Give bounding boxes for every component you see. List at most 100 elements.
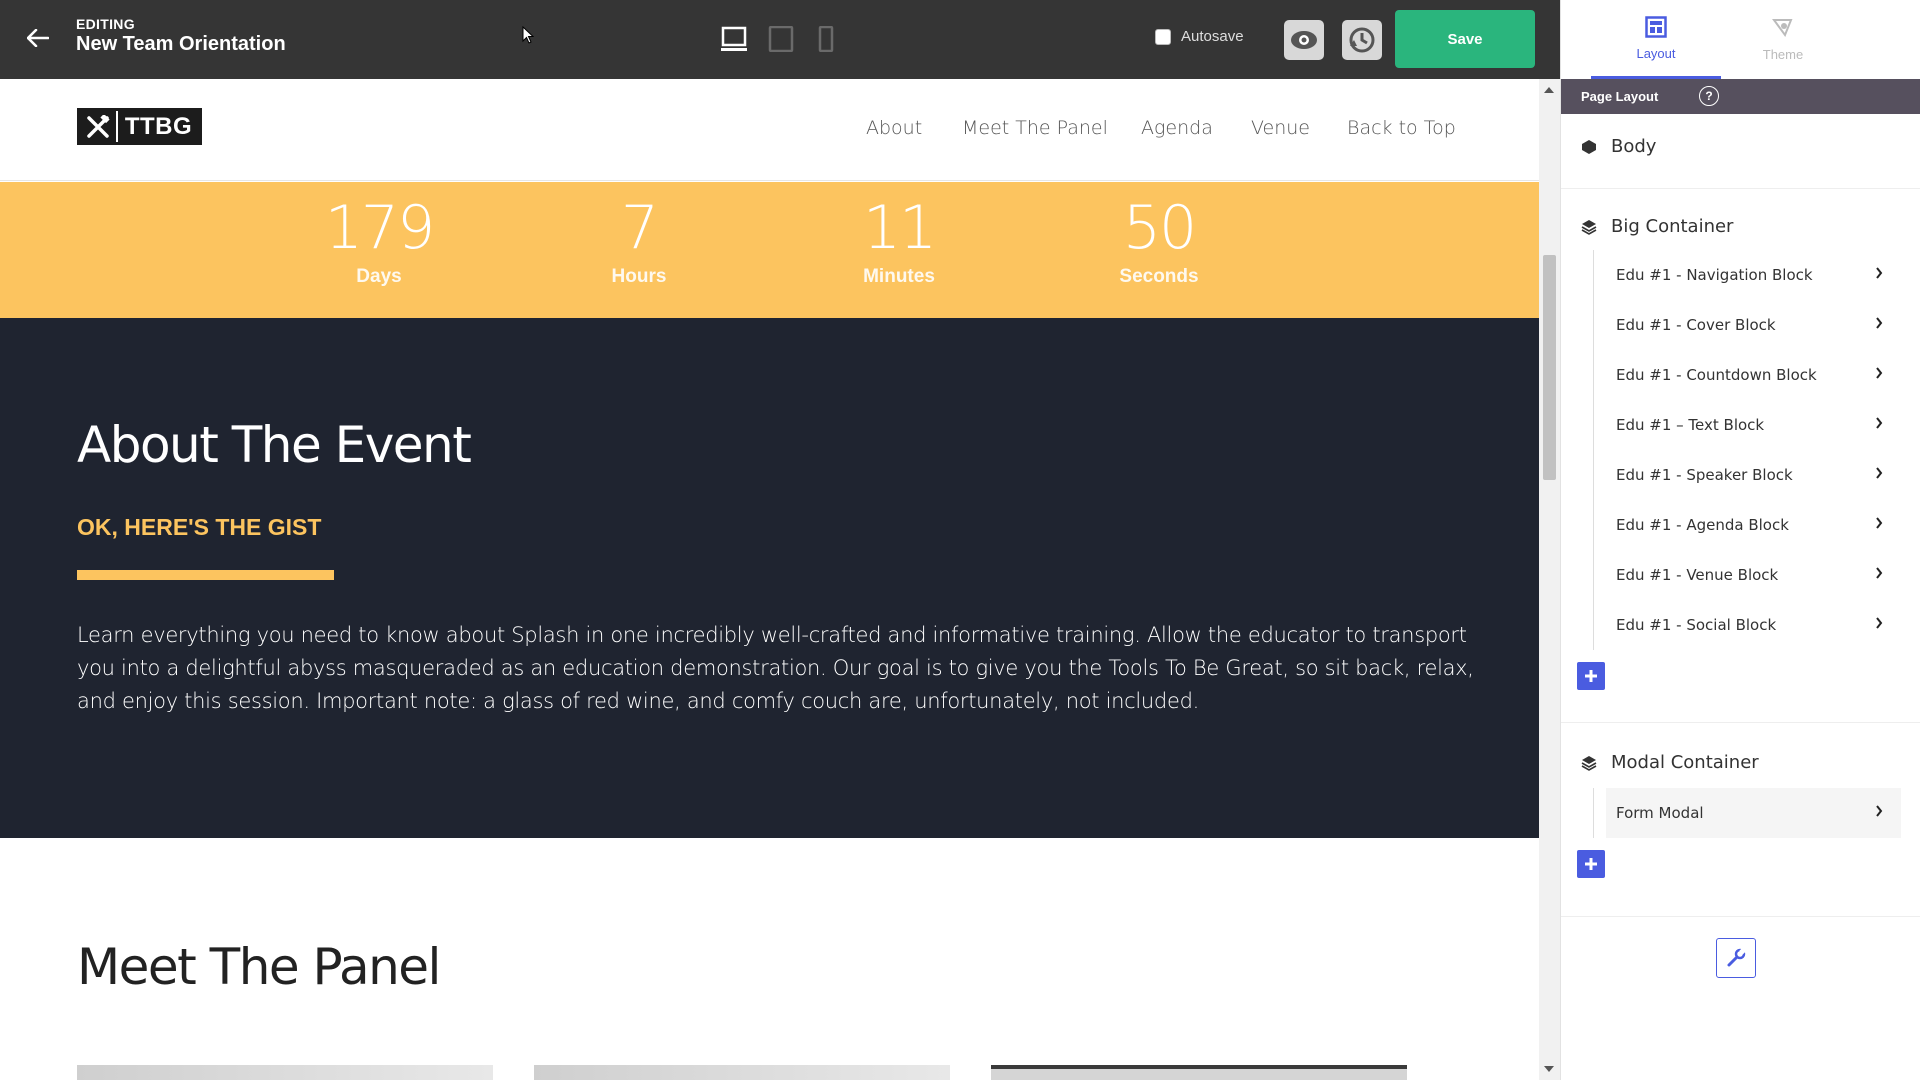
layout-sidebar: Layout Theme Page Layout ? Body Big Cont…: [1560, 0, 1920, 1080]
countdown-days: 179 Days: [279, 194, 479, 288]
big-container-section[interactable]: Big Container: [1581, 216, 1733, 237]
section-divider: [1561, 722, 1920, 723]
tab-theme[interactable]: Theme: [1718, 0, 1848, 79]
countdown-seconds: 50 Seconds: [1059, 194, 1259, 288]
countdown-days-label: Days: [356, 266, 402, 287]
chevron-right-icon: [1876, 467, 1883, 479]
chevron-right-icon: [1876, 617, 1883, 629]
chevron-right-icon: [1876, 517, 1883, 529]
nav-link-back-to-top[interactable]: Back to Top: [1347, 117, 1456, 139]
panel-section: Meet The Panel: [0, 838, 1539, 1080]
about-title: About The Event: [77, 416, 472, 474]
canvas-scrollbar[interactable]: [1539, 79, 1560, 1080]
countdown-seconds-label: Seconds: [1119, 266, 1199, 287]
chevron-right-icon: [1876, 567, 1883, 579]
big-container-label: Big Container: [1611, 216, 1734, 237]
body-section[interactable]: Body: [1581, 136, 1656, 157]
layout-item-label: Edu #1 - Agenda Block: [1616, 516, 1789, 534]
chevron-right-icon: [1876, 367, 1883, 379]
countdown-minutes-value: 11: [862, 193, 937, 263]
layout-item-text-block[interactable]: Edu #1 – Text Block: [1606, 400, 1901, 450]
nav-link-agenda[interactable]: Agenda: [1141, 117, 1213, 139]
speaker-photo: [77, 1065, 493, 1080]
speaker-photo: [534, 1065, 950, 1080]
tree-line: [1593, 788, 1594, 838]
layout-item-countdown-block[interactable]: Edu #1 - Countdown Block: [1606, 350, 1901, 400]
layout-item-label: Edu #1 - Navigation Block: [1616, 266, 1813, 284]
history-button[interactable]: [1342, 20, 1382, 60]
page-canvas: TTBG About Meet The Panel Agenda Venue B…: [0, 79, 1539, 1080]
editing-label: EDITING: [76, 16, 135, 32]
desktop-view-icon[interactable]: [719, 24, 749, 54]
chevron-right-icon: [1876, 805, 1883, 817]
tab-layout[interactable]: Layout: [1591, 0, 1721, 79]
about-section: About The Event OK, HERE'S THE GIST Lear…: [0, 318, 1539, 838]
layout-item-label: Edu #1 - Social Block: [1616, 616, 1777, 634]
nav-link-venue[interactable]: Venue: [1251, 117, 1310, 139]
preview-button[interactable]: [1284, 20, 1324, 60]
save-button[interactable]: Save: [1395, 10, 1535, 68]
chevron-right-icon: [1876, 267, 1883, 279]
eye-icon: [1291, 31, 1317, 49]
layout-item-label: Edu #1 - Venue Block: [1616, 566, 1779, 584]
modal-container-section[interactable]: Modal Container: [1581, 752, 1759, 773]
layout-item-label: Edu #1 - Speaker Block: [1616, 466, 1793, 484]
page-layout-header: Page Layout ?: [1561, 79, 1920, 114]
nav-link-about[interactable]: About: [866, 117, 922, 139]
autosave-checkbox[interactable]: [1155, 28, 1171, 45]
ttbg-logo[interactable]: TTBG: [77, 108, 202, 145]
autosave-toggle[interactable]: Autosave: [1155, 28, 1244, 45]
countdown-hours-label: Hours: [611, 266, 667, 287]
nav-link-meet-the-panel[interactable]: Meet The Panel: [962, 117, 1108, 139]
page-title: New Team Orientation: [76, 33, 286, 55]
plus-icon: [1585, 670, 1597, 682]
help-icon[interactable]: ?: [1699, 86, 1719, 106]
page-layout-label: Page Layout: [1581, 89, 1659, 104]
about-body: Learn everything you need to know about …: [77, 623, 1474, 713]
layers-icon: [1581, 755, 1597, 771]
layout-item-label: Form Modal: [1616, 804, 1704, 822]
layout-item-navigation-block[interactable]: Edu #1 - Navigation Block: [1606, 250, 1901, 300]
layout-item-speaker-block[interactable]: Edu #1 - Speaker Block: [1606, 450, 1901, 500]
editor-toolbar: EDITING New Team Orientation Autosave Sa…: [0, 0, 1560, 79]
mobile-view-icon[interactable]: [811, 24, 841, 54]
tree-line: [1593, 250, 1594, 650]
layout-item-label: Edu #1 – Text Block: [1616, 416, 1765, 434]
theme-brush-icon: [1772, 19, 1793, 38]
sidebar-tabs: Layout Theme: [1561, 0, 1920, 79]
logo-text: TTBG: [116, 111, 199, 142]
about-subtitle: OK, HERE'S THE GIST: [77, 514, 322, 540]
layout-icon: [1645, 15, 1667, 38]
layout-item-cover-block[interactable]: Edu #1 - Cover Block: [1606, 300, 1901, 350]
add-modal-button[interactable]: [1577, 850, 1605, 878]
back-arrow-icon[interactable]: [22, 22, 54, 54]
countdown-hours: 7 Hours: [539, 194, 739, 288]
layout-item-agenda-block[interactable]: Edu #1 - Agenda Block: [1606, 500, 1901, 550]
section-divider: [1561, 188, 1920, 189]
scroll-up-arrow-icon[interactable]: [1544, 87, 1554, 93]
layout-item-social-block[interactable]: Edu #1 - Social Block: [1606, 600, 1901, 650]
plus-icon: [1585, 858, 1597, 870]
scroll-thumb[interactable]: [1543, 255, 1556, 480]
body-label: Body: [1611, 136, 1657, 157]
autosave-label: Autosave: [1181, 28, 1244, 45]
wrench-icon: [1727, 948, 1746, 967]
settings-wrench-button[interactable]: [1716, 938, 1756, 978]
tablet-view-icon[interactable]: [766, 24, 796, 54]
body-cube-icon: [1582, 139, 1596, 154]
chevron-right-icon: [1876, 317, 1883, 329]
section-divider: [1561, 916, 1920, 917]
countdown-minutes-label: Minutes: [863, 266, 935, 287]
site-navigation: TTBG About Meet The Panel Agenda Venue B…: [0, 79, 1539, 181]
panel-title: Meet The Panel: [77, 938, 441, 996]
layout-item-label: Edu #1 - Cover Block: [1616, 316, 1776, 334]
add-block-button[interactable]: [1577, 662, 1605, 690]
layout-item-form-modal[interactable]: Form Modal: [1606, 788, 1901, 838]
countdown-days-value: 179: [324, 193, 436, 263]
layout-item-venue-block[interactable]: Edu #1 - Venue Block: [1606, 550, 1901, 600]
tools-icon: [80, 111, 116, 142]
history-icon: [1349, 27, 1375, 53]
scroll-down-arrow-icon[interactable]: [1544, 1066, 1554, 1072]
countdown-minutes: 11 Minutes: [799, 194, 999, 288]
layout-item-label: Edu #1 - Countdown Block: [1616, 366, 1817, 384]
